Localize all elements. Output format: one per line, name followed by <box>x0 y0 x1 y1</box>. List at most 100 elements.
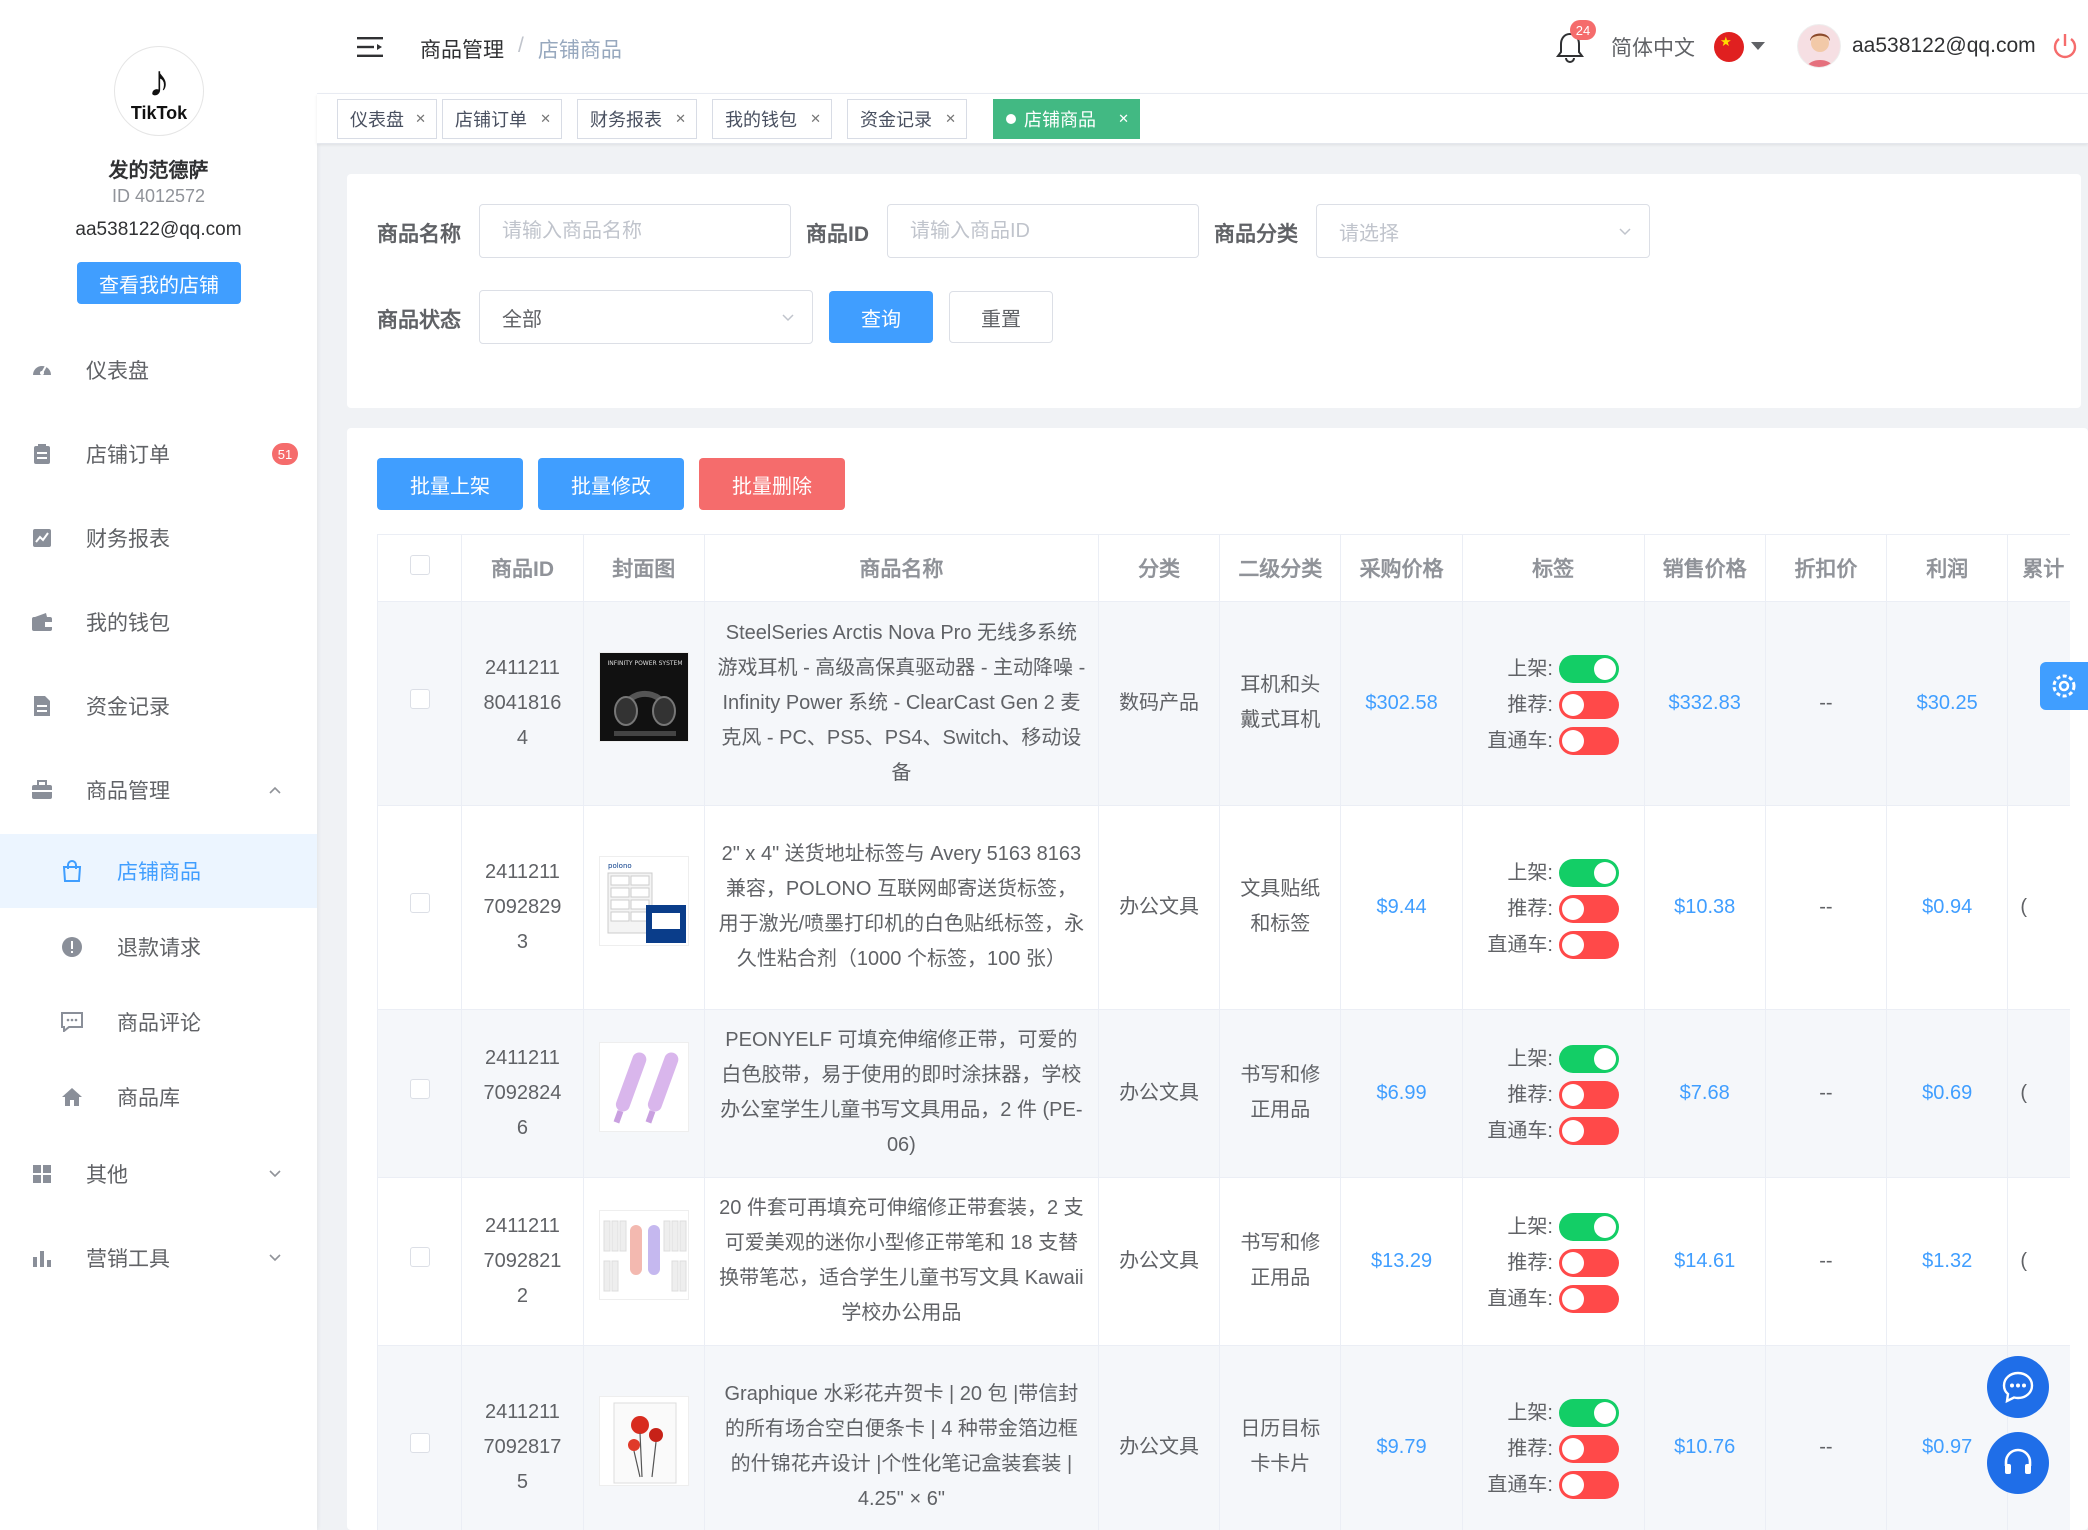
tab-fund-records[interactable]: 资金记录 ✕ <box>847 99 967 139</box>
recommended-toggle[interactable] <box>1558 894 1619 923</box>
listed-toggle[interactable] <box>1558 1044 1619 1073</box>
sidebar-item-fund-records[interactable]: 资金记录 <box>0 676 317 736</box>
listed-toggle[interactable] <box>1558 1398 1619 1427</box>
discount-price: -- <box>1765 805 1888 1010</box>
product-cover-image[interactable] <box>598 1396 689 1486</box>
close-icon[interactable]: ✕ <box>415 111 426 127</box>
batch-edit-button[interactable]: 批量修改 <box>538 458 684 510</box>
alert-icon <box>60 935 84 959</box>
row-checkbox[interactable] <box>409 688 430 709</box>
product-name-input[interactable] <box>479 204 791 258</box>
sidebar-item-dashboard[interactable]: 仪表盘 <box>0 340 317 400</box>
breadcrumb-parent[interactable]: 商品管理 <box>420 34 504 64</box>
chat-button[interactable] <box>1987 1356 2049 1418</box>
avatar[interactable] <box>1797 24 1841 68</box>
sidebar-item-store-products[interactable]: 店铺商品 <box>0 834 317 908</box>
listed-toggle[interactable] <box>1558 654 1619 683</box>
batch-delete-button[interactable]: 批量删除 <box>699 458 845 510</box>
purchase-price: $6.99 <box>1340 1009 1463 1178</box>
discount-price: -- <box>1765 1009 1888 1178</box>
product-id-line: 3 <box>516 930 529 953</box>
labels-cell: 上架: 推荐: 直通车: <box>1462 1009 1645 1178</box>
power-logout-icon[interactable] <box>2051 32 2079 60</box>
column-header[interactable]: 销售价格 <box>1644 535 1766 602</box>
view-my-shop-button[interactable]: 查看我的店铺 <box>77 262 241 304</box>
column-header[interactable]: 采购价格 <box>1340 535 1463 602</box>
hamburger-menu-icon[interactable] <box>357 36 383 58</box>
sidebar-item-store-orders[interactable]: 店铺订单 51 <box>0 424 317 484</box>
user-email[interactable]: aa538122@qq.com <box>1852 34 2036 58</box>
close-icon[interactable]: ✕ <box>675 111 686 127</box>
filter-form: 商品名称 商品ID 商品分类 请选择 商品状态 全部 查询 重置 <box>347 174 2081 408</box>
purchase-price: $302.58 <box>1340 601 1463 806</box>
product-status-select[interactable]: 全部 <box>479 290 813 344</box>
sidebar-item-refund-requests[interactable]: 退款请求 <box>0 916 317 978</box>
recommended-toggle[interactable] <box>1558 1080 1619 1109</box>
product-id-line: 2411211 <box>485 656 560 679</box>
language-caret-icon[interactable] <box>1751 42 1765 50</box>
product-id-cell: 2411211 7092821 2 <box>461 1177 584 1346</box>
tab-store-products[interactable]: 店铺商品 ✕ <box>993 99 1140 139</box>
shopping-bag-icon <box>60 859 84 883</box>
switch-knob <box>1593 1047 1616 1070</box>
language-selector[interactable]: 简体中文 <box>1611 32 1695 62</box>
product-name: SteelSeries Arctis Nova Pro 无线多系统游戏耳机 - … <box>704 601 1099 806</box>
product-id-input[interactable] <box>887 204 1199 258</box>
listed-toggle[interactable] <box>1558 1212 1619 1241</box>
express-toggle[interactable] <box>1558 930 1619 959</box>
shop-name: 发的范德萨 <box>108 160 209 182</box>
express-label: 直通车: <box>1487 729 1553 752</box>
product-cover-image[interactable]: INFINITY POWER SYSTEM <box>598 652 689 742</box>
batch-list-button[interactable]: 批量上架 <box>377 458 523 510</box>
sidebar-item-product-reviews[interactable]: 商品评论 <box>0 991 317 1053</box>
recommended-toggle[interactable] <box>1558 1434 1619 1463</box>
tab-dashboard[interactable]: 仪表盘 ✕ <box>337 99 437 139</box>
tab-my-wallet[interactable]: 我的钱包 ✕ <box>712 99 832 139</box>
customer-service-button[interactable] <box>1987 1432 2049 1494</box>
sidebar-item-marketing-tools[interactable]: 营销工具 <box>0 1228 317 1288</box>
cover-image-cell <box>583 1345 705 1530</box>
reset-button[interactable]: 重置 <box>949 291 1053 343</box>
express-toggle[interactable] <box>1558 1284 1619 1313</box>
product-cover-image[interactable] <box>598 1210 689 1300</box>
sidebar-item-financial-reports[interactable]: 财务报表 <box>0 508 317 568</box>
product-cover-image[interactable] <box>598 1042 689 1132</box>
sidebar-item-others[interactable]: 其他 <box>0 1144 317 1204</box>
select-all-checkbox[interactable] <box>409 554 430 575</box>
close-icon[interactable]: ✕ <box>945 111 956 127</box>
close-icon[interactable]: ✕ <box>810 111 821 127</box>
express-toggle[interactable] <box>1558 1116 1619 1145</box>
tab-financial-reports[interactable]: 财务报表 ✕ <box>577 99 697 139</box>
recommended-toggle[interactable] <box>1558 690 1619 719</box>
express-toggle[interactable] <box>1558 726 1619 755</box>
profit: $1.32 <box>1886 1177 2009 1346</box>
row-checkbox[interactable] <box>409 892 430 913</box>
sidebar-item-product-library[interactable]: 商品库 <box>0 1066 317 1128</box>
product-cover-image[interactable]: polono <box>598 856 689 946</box>
product-id-line: 2 <box>516 1284 529 1307</box>
tab-store-orders[interactable]: 店铺订单 ✕ <box>442 99 562 139</box>
column-header[interactable]: 商品ID <box>461 535 584 602</box>
logo-text: TikTok <box>130 103 188 123</box>
close-icon[interactable]: ✕ <box>1118 111 1129 127</box>
column-header: 标签 <box>1462 535 1645 602</box>
listed-toggle[interactable] <box>1558 858 1619 887</box>
sidebar-item-my-wallet[interactable]: 我的钱包 <box>0 592 317 652</box>
column-header[interactable]: 利润 <box>1886 535 2009 602</box>
settings-gear-button[interactable] <box>2040 662 2088 710</box>
tags-view-bar: 仪表盘 ✕ 店铺订单 ✕ 财务报表 ✕ 我的钱包 ✕ 资金记录 ✕ 店铺商品 ✕ <box>317 94 2088 144</box>
recommended-toggle[interactable] <box>1558 1248 1619 1277</box>
sidebar-item-product-management[interactable]: 商品管理 <box>0 760 317 820</box>
discount-price: -- <box>1765 1345 1888 1530</box>
sidebar-item-label: 其他 <box>86 1164 128 1187</box>
row-checkbox[interactable] <box>409 1432 430 1453</box>
product-category-select[interactable]: 请选择 <box>1316 204 1650 258</box>
switch-knob <box>1593 1215 1616 1238</box>
query-button[interactable]: 查询 <box>829 291 933 343</box>
row-checkbox[interactable] <box>409 1078 430 1099</box>
close-icon[interactable]: ✕ <box>540 111 551 127</box>
row-checkbox[interactable] <box>409 1246 430 1267</box>
product-status-label: 商品状态 <box>377 309 461 332</box>
china-flag-icon[interactable]: ★ <box>1714 32 1744 62</box>
express-toggle[interactable] <box>1558 1470 1619 1499</box>
